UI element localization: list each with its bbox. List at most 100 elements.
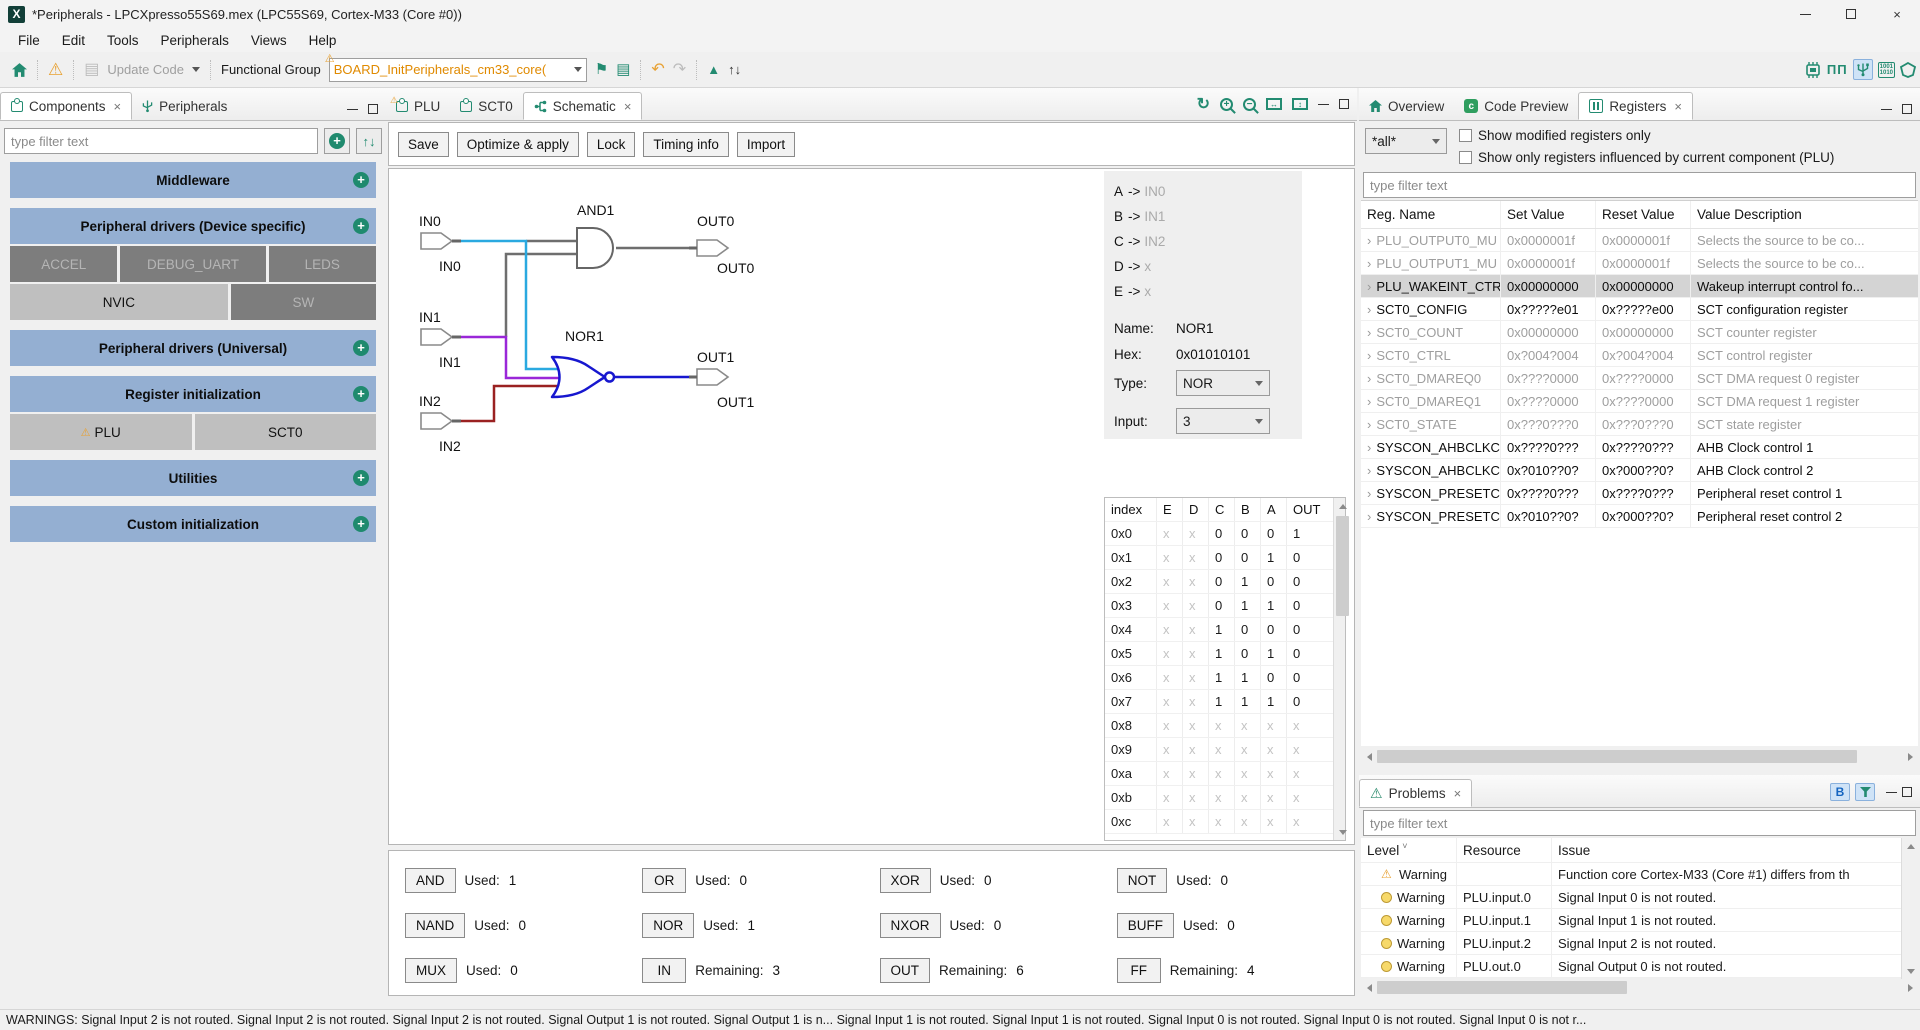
register-row[interactable]: ›SCT0_DMAREQ1 0x????0000 0x????0000 SCT … [1361, 390, 1918, 413]
import-icon[interactable]: ▲ [707, 62, 720, 77]
expand-icon[interactable]: › [1367, 463, 1371, 478]
category-custom-init[interactable]: Custom initialization+ [10, 506, 376, 542]
truth-table-row[interactable]: 0x2 x x 0 1 0 0 [1105, 570, 1333, 594]
maximize-panel-icon[interactable] [1902, 787, 1912, 797]
truth-table-row[interactable]: 0xc x x x x x x [1105, 810, 1333, 834]
problem-row[interactable]: Warning PLU.input.2 Signal Input 2 is no… [1361, 932, 1918, 955]
gate-input-select[interactable]: 3 [1176, 408, 1270, 434]
problems-filter-input[interactable] [1363, 810, 1916, 836]
expand-icon[interactable]: › [1367, 394, 1371, 409]
expand-icon[interactable]: › [1367, 325, 1371, 340]
fit-width-icon[interactable]: ↔ [1266, 98, 1282, 110]
register-row[interactable]: ›SCT0_CTRL 0x?004?004 0x?004?004 SCT con… [1361, 344, 1918, 367]
zoom-in-icon[interactable]: + [1220, 98, 1233, 111]
connector-out1[interactable] [697, 369, 728, 385]
component-plu[interactable]: ⚠PLU [10, 414, 192, 450]
registers-hscrollbar[interactable] [1361, 748, 1918, 765]
registers-tool-icon[interactable]: 10011010 [1878, 62, 1895, 78]
problem-row[interactable]: Warning Function core Cortex-M33 (Core #… [1361, 863, 1918, 886]
menu-item[interactable]: Peripherals [151, 30, 239, 51]
problems-table-header[interactable]: Level˅ Resource Issue [1361, 838, 1918, 863]
truth-table-row[interactable]: 0x8 x x x x x x [1105, 714, 1333, 738]
sort-icon[interactable]: ↑↓ [728, 62, 741, 77]
maximize-window-button[interactable] [1828, 0, 1874, 28]
expand-icon[interactable]: › [1367, 440, 1371, 455]
menu-item[interactable]: Tools [97, 30, 149, 51]
add-icon[interactable]: + [353, 516, 369, 532]
category-universal-drivers[interactable]: Peripheral drivers (Universal)+ [10, 330, 376, 366]
tab-sct0[interactable]: SCT0 [450, 92, 523, 120]
minimize-panel-icon[interactable] [1318, 104, 1329, 105]
schematic-action-button[interactable]: Import [737, 132, 795, 157]
schematic-canvas[interactable]: AND1 NOR1 IN0 IN0 IN1 IN1 IN2 IN2 OUT0 O… [388, 168, 1355, 845]
truth-table-row[interactable]: 0x5 x x 1 0 1 0 [1105, 642, 1333, 666]
truth-table-scrollbar[interactable] [1333, 498, 1345, 840]
register-row[interactable]: ›PLU_WAKEINT_CTR 0x00000000 0x00000000 W… [1361, 275, 1918, 298]
register-row[interactable]: ›SCT0_COUNT 0x00000000 0x00000000 SCT co… [1361, 321, 1918, 344]
menu-item[interactable]: Help [299, 30, 347, 51]
minimize-panel-icon[interactable] [1881, 109, 1892, 110]
problem-row[interactable]: Warning PLU.input.1 Signal Input 1 is no… [1361, 909, 1918, 932]
nor-gate[interactable] [552, 357, 605, 397]
truth-table-row[interactable]: 0xb x x x x x x [1105, 786, 1333, 810]
tab-schematic[interactable]: Schematic × [523, 92, 643, 120]
add-icon[interactable]: + [353, 218, 369, 234]
undo-icon[interactable]: ↶ [651, 62, 664, 78]
minimize-panel-icon[interactable] [1886, 792, 1897, 793]
register-row[interactable]: ›SCT0_CONFIG 0x?????e01 0x?????e00 SCT c… [1361, 298, 1918, 321]
component-sw[interactable]: SW [231, 284, 376, 320]
menu-item[interactable]: File [8, 30, 50, 51]
minimize-panel-icon[interactable] [347, 109, 358, 110]
gate-button[interactable]: FF [1117, 958, 1161, 983]
component-sct0[interactable]: SCT0 [195, 414, 377, 450]
gate-button[interactable]: NXOR [880, 913, 941, 938]
register-row[interactable]: ›SCT0_STATE 0x???0???0 0x???0???0 SCT st… [1361, 413, 1918, 436]
gate-button[interactable]: IN [642, 958, 686, 983]
problem-row[interactable]: Warning PLU.out.0 Signal Output 0 is not… [1361, 955, 1918, 978]
fit-height-icon[interactable]: ↕ [1292, 98, 1308, 110]
expand-icon[interactable]: › [1367, 233, 1371, 248]
tab-registers[interactable]: Registers × [1578, 92, 1693, 120]
connector-out0[interactable] [697, 240, 728, 256]
tab-components[interactable]: Components × [0, 92, 132, 120]
filter-funnel-icon[interactable] [1855, 783, 1875, 801]
gate-button[interactable]: OR [642, 868, 686, 893]
copy-code-icon[interactable]: ▤ [616, 62, 630, 77]
add-icon[interactable]: + [353, 470, 369, 486]
functional-group-combo[interactable]: ⚠ BOARD_InitPeripherals_cm33_core( [329, 58, 587, 82]
tee-shield-icon[interactable] [1900, 62, 1916, 78]
tab-plu[interactable]: ⚠ PLU [386, 92, 450, 120]
tab-peripherals[interactable]: Peripherals [132, 92, 237, 120]
category-middleware[interactable]: Middleware+ [10, 162, 376, 198]
flag-icon[interactable]: ⚑ [595, 62, 608, 77]
tab-overview[interactable]: Overview [1359, 92, 1454, 120]
maximize-panel-icon[interactable] [1902, 104, 1912, 114]
component-nvic[interactable]: NVIC [10, 284, 228, 320]
and-gate[interactable] [577, 228, 613, 268]
minimize-window-button[interactable] [1782, 0, 1828, 28]
register-row[interactable]: ›PLU_OUTPUT0_MU 0x0000001f 0x0000001f Se… [1361, 229, 1918, 252]
gate-button[interactable]: OUT [880, 958, 931, 983]
truth-table-row[interactable]: 0xa x x x x x x [1105, 762, 1333, 786]
schematic-action-button[interactable]: Optimize & apply [457, 132, 579, 157]
register-row[interactable]: ›SYSCON_AHBCLKC 0x?010??0? 0x?000??0? AH… [1361, 459, 1918, 482]
component-accel[interactable]: ACCEL [10, 246, 117, 282]
truth-table-row[interactable]: 0x6 x x 1 1 0 0 [1105, 666, 1333, 690]
global-warning-icon[interactable]: ⚠ [48, 61, 63, 78]
expand-icon[interactable]: › [1367, 279, 1371, 294]
update-code-dropdown-icon[interactable] [192, 67, 200, 72]
register-row[interactable]: ›SYSCON_AHBCLKC 0x????0??? 0x????0??? AH… [1361, 436, 1918, 459]
schematic-action-button[interactable]: Timing info [643, 132, 729, 157]
truth-table-row[interactable]: 0x9 x x x x x x [1105, 738, 1333, 762]
schematic-action-button[interactable]: Lock [587, 132, 636, 157]
register-row[interactable]: ›SYSCON_PRESETCT 0x????0??? 0x????0??? P… [1361, 482, 1918, 505]
gate-button[interactable]: NOR [642, 913, 694, 938]
refresh-icon[interactable]: ↻ [1197, 94, 1210, 114]
maximize-panel-icon[interactable] [368, 104, 378, 114]
close-icon[interactable]: × [1454, 786, 1462, 801]
peripherals-tool-icon[interactable] [1853, 59, 1873, 80]
gate-button[interactable]: BUFF [1117, 913, 1174, 938]
registers-table-header[interactable]: Reg. Name Set Value Reset Value Value De… [1361, 201, 1918, 229]
close-icon[interactable]: × [114, 99, 122, 114]
gate-button[interactable]: NAND [405, 913, 465, 938]
